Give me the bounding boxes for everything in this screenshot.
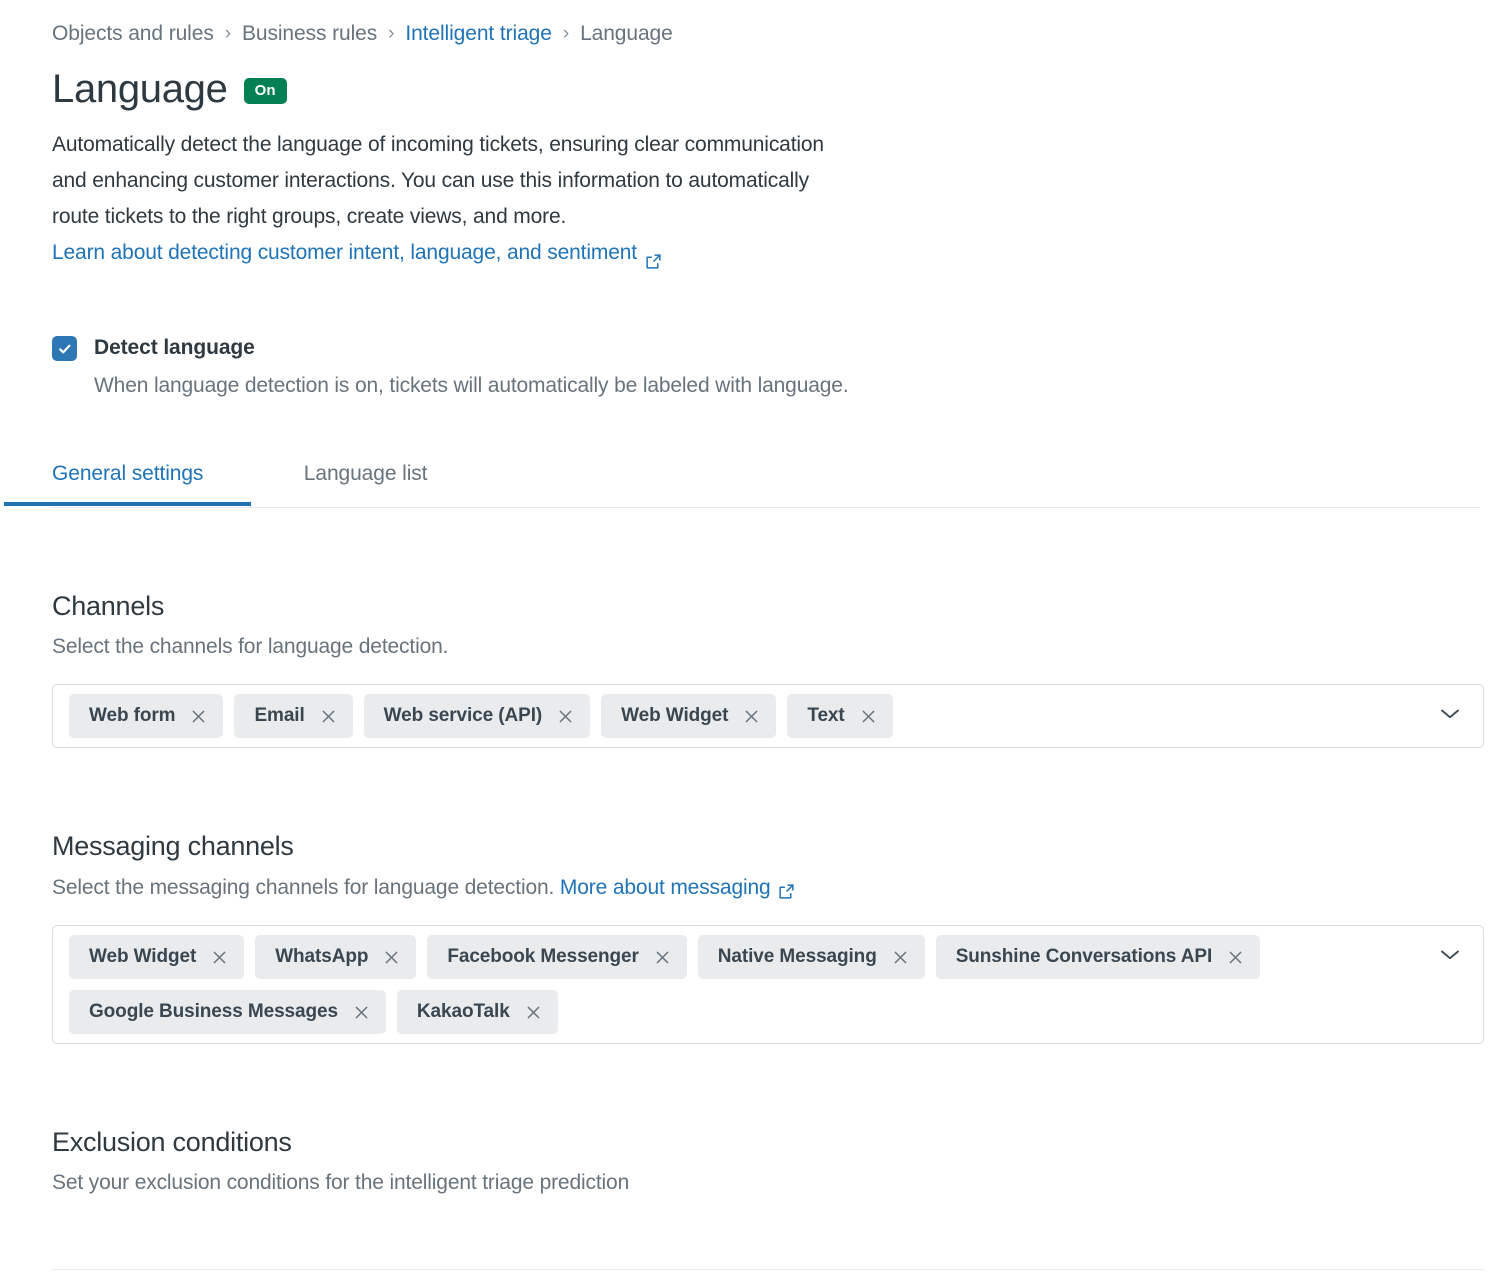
- chevron-down-icon[interactable]: [1439, 948, 1461, 961]
- external-link-icon: [645, 246, 662, 269]
- more-about-messaging-link[interactable]: More about messaging: [560, 874, 795, 902]
- detect-language-label: Detect language: [94, 336, 255, 359]
- messaging-channel-tag-label: Web Widget: [89, 946, 197, 968]
- channel-tag[interactable]: Web service (API): [363, 694, 591, 739]
- messaging-channel-tag-label: Google Business Messages: [89, 1001, 338, 1023]
- remove-tag-icon[interactable]: [892, 949, 909, 966]
- detect-language-help-text: When language detection is on, tickets w…: [94, 374, 849, 398]
- channels-title: Channels: [52, 590, 165, 621]
- channels-subtitle: Select the channels for language detecti…: [52, 634, 449, 658]
- breadcrumb-separator-icon: ›: [388, 23, 395, 44]
- remove-tag-icon[interactable]: [860, 708, 877, 725]
- remove-tag-icon[interactable]: [383, 949, 400, 966]
- remove-tag-icon[interactable]: [525, 1004, 542, 1021]
- description-line-3: route tickets to the right groups, creat…: [52, 205, 567, 228]
- checkmark-icon: [58, 344, 70, 353]
- detect-language-block: Detect language When language detection …: [52, 334, 1480, 400]
- status-badge: On: [243, 78, 287, 104]
- breadcrumb-item-objects-and-rules[interactable]: Objects and rules: [52, 23, 214, 44]
- breadcrumb-item-language: Language: [580, 22, 673, 45]
- description-line-2: and enhancing customer interactions. You…: [52, 169, 809, 192]
- channel-tag-label: Web Widget: [621, 705, 729, 727]
- settings-tabs: General settings Language list: [3, 450, 1480, 508]
- external-link-icon: [778, 880, 795, 900]
- breadcrumb-separator-icon: ›: [224, 23, 231, 44]
- section-divider: [52, 1269, 1484, 1270]
- channel-tag-label: Email: [254, 705, 305, 727]
- messaging-channel-tag[interactable]: Sunshine Conversations API: [935, 935, 1261, 980]
- description-line-1: Automatically detect the language of inc…: [52, 133, 824, 156]
- breadcrumb: Objects and rules › Business rules › Int…: [52, 23, 1480, 44]
- remove-tag-icon[interactable]: [353, 1004, 370, 1021]
- remove-tag-icon[interactable]: [654, 949, 671, 966]
- messaging-channel-tag-label: Sunshine Conversations API: [955, 946, 1213, 968]
- channels-section: Channels Select the channels for languag…: [52, 590, 1484, 749]
- messaging-channels-section: Messaging channels Select the messaging …: [52, 830, 1484, 1045]
- messaging-channel-tag-label: WhatsApp: [275, 946, 369, 968]
- channel-tag-label: Web form: [89, 705, 176, 727]
- messaging-channel-tag[interactable]: KakaoTalk: [396, 990, 558, 1035]
- exclusion-conditions-subtitle: Set your exclusion conditions for the in…: [52, 1171, 630, 1195]
- channel-tag-label: Text: [807, 705, 845, 727]
- breadcrumb-item-business-rules[interactable]: Business rules: [242, 23, 377, 44]
- page-title: Language: [52, 67, 228, 111]
- tab-general-settings[interactable]: General settings: [3, 450, 252, 506]
- messaging-channel-tag-label: Native Messaging: [717, 946, 877, 968]
- channel-tag[interactable]: Web Widget: [601, 694, 777, 739]
- messaging-channels-title: Messaging channels: [52, 831, 294, 862]
- learn-link-label: Learn about detecting customer intent, l…: [52, 241, 637, 264]
- messaging-channel-tag-label: KakaoTalk: [416, 1001, 510, 1023]
- messaging-channels-multiselect[interactable]: Web Widget WhatsApp Facebook Messenger N…: [52, 925, 1484, 1045]
- remove-tag-icon[interactable]: [557, 708, 574, 725]
- messaging-channel-tag[interactable]: Google Business Messages: [69, 990, 386, 1035]
- channel-tag-label: Web service (API): [383, 705, 543, 727]
- messaging-channel-tag[interactable]: WhatsApp: [255, 935, 417, 980]
- remove-tag-icon[interactable]: [743, 708, 760, 725]
- messaging-channel-tag[interactable]: Web Widget: [69, 935, 245, 980]
- breadcrumb-item-intelligent-triage[interactable]: Intelligent triage: [405, 23, 552, 44]
- remove-tag-icon[interactable]: [1227, 949, 1244, 966]
- page-description: Automatically detect the language of inc…: [52, 127, 1052, 271]
- messaging-channels-subtitle: Select the messaging channels for langua…: [52, 874, 1480, 902]
- tab-language-list[interactable]: Language list: [304, 450, 428, 505]
- remove-tag-icon[interactable]: [190, 708, 207, 725]
- channel-tag[interactable]: Email: [234, 694, 353, 739]
- messaging-channel-tag[interactable]: Native Messaging: [697, 935, 925, 980]
- messaging-channels-subtitle-text: Select the messaging channels for langua…: [52, 875, 555, 899]
- learn-about-triage-link[interactable]: Learn about detecting customer intent, l…: [52, 235, 662, 271]
- more-about-messaging-label: More about messaging: [559, 875, 771, 899]
- remove-tag-icon[interactable]: [320, 708, 337, 725]
- exclusion-conditions-title: Exclusion conditions: [52, 1127, 292, 1158]
- messaging-channel-tag-label: Facebook Messenger: [447, 946, 639, 968]
- chevron-down-icon[interactable]: [1439, 707, 1461, 720]
- breadcrumb-separator-icon: ›: [562, 23, 570, 44]
- language-settings-page: Objects and rules › Business rules › Int…: [0, 0, 1504, 1270]
- channel-tag[interactable]: Text: [787, 694, 893, 739]
- page-title-row: Language On: [52, 68, 1480, 110]
- messaging-channel-tag[interactable]: Facebook Messenger: [427, 935, 687, 980]
- channels-multiselect[interactable]: Web form Email Web service (API) Web Wid…: [52, 684, 1484, 749]
- channel-tag[interactable]: Web form: [69, 694, 224, 739]
- exclusion-conditions-section: Exclusion conditions Set your exclusion …: [52, 1126, 1480, 1198]
- detect-language-checkbox[interactable]: [52, 336, 77, 361]
- remove-tag-icon[interactable]: [211, 949, 228, 966]
